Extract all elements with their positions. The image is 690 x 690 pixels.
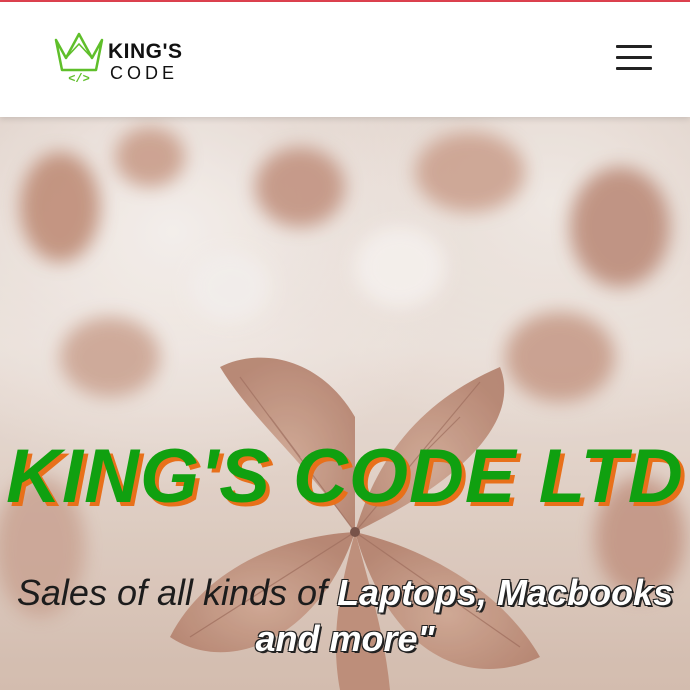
logo-text-code: CODE: [110, 63, 179, 83]
hamburger-menu-icon-bar-bottom: [616, 67, 652, 70]
svg-text:</>: </>: [68, 72, 90, 84]
hero-subtitle-text: Sales of all kinds of: [16, 572, 338, 613]
logo-text-kings: KING'S: [108, 40, 183, 63]
hero-subtitle: Sales of all kinds of Laptops, Macbooks …: [0, 570, 690, 662]
site-logo[interactable]: </> KING'S CODE: [52, 30, 192, 88]
hero-section: KING'S CODE LTD Sales of all kinds of La…: [0, 117, 690, 690]
hero-title: KING'S CODE LTD: [6, 434, 684, 519]
hamburger-menu-icon-bar-top: [616, 45, 652, 48]
hamburger-menu-icon-bar-middle: [616, 56, 652, 59]
hamburger-menu-button[interactable]: [614, 42, 654, 72]
site-header: </> KING'S CODE: [0, 2, 690, 117]
crown-code-icon: </>: [54, 32, 104, 84]
